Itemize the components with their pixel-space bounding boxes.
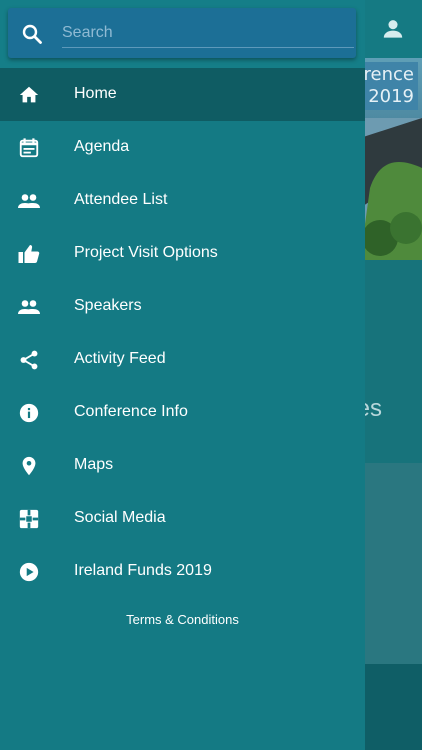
banner-photo	[360, 118, 422, 260]
menu-item-label: Agenda	[74, 138, 130, 155]
menu-item-label: Activity Feed	[74, 350, 166, 367]
social-icon	[16, 506, 42, 532]
calendar-icon	[16, 135, 42, 161]
people-icon	[16, 294, 42, 320]
share-icon	[16, 347, 42, 373]
thumbs-up-icon	[16, 241, 42, 267]
menu-item-label: Maps	[74, 456, 114, 473]
menu-item-label: Social Media	[74, 509, 166, 526]
menu-item-conference-info[interactable]: Conference Info	[0, 386, 365, 439]
terms-and-conditions-link[interactable]: Terms & Conditions	[0, 612, 365, 627]
home-icon	[16, 82, 42, 108]
menu-item-label: Attendee List	[74, 191, 168, 208]
search-input[interactable]	[62, 20, 354, 48]
play-icon	[16, 559, 42, 585]
menu-item-label: Speakers	[74, 297, 142, 314]
user-icon[interactable]	[380, 16, 406, 42]
drawer-menu: Home Agenda Attendee List Project Visit …	[0, 68, 365, 598]
menu-item-activity-feed[interactable]: Activity Feed	[0, 333, 365, 386]
menu-item-maps[interactable]: Maps	[0, 439, 365, 492]
people-icon	[16, 188, 42, 214]
menu-item-ireland-funds-2019[interactable]: Ireland Funds 2019	[0, 545, 365, 598]
info-icon	[16, 400, 42, 426]
menu-item-project-visit-options[interactable]: Project Visit Options	[0, 227, 365, 280]
menu-item-attendee-list[interactable]: Attendee List	[0, 174, 365, 227]
search-box[interactable]	[8, 8, 356, 58]
menu-item-label: Project Visit Options	[74, 244, 218, 261]
menu-item-label: Ireland Funds 2019	[74, 562, 212, 579]
search-icon[interactable]	[20, 22, 44, 46]
menu-item-agenda[interactable]: Agenda	[0, 121, 365, 174]
menu-item-social-media[interactable]: Social Media	[0, 492, 365, 545]
menu-item-label: Conference Info	[74, 403, 188, 420]
drawer-header	[0, 0, 365, 68]
navigation-drawer: Home Agenda	[0, 0, 365, 750]
menu-item-home[interactable]: Home	[0, 68, 365, 121]
menu-item-label: Home	[74, 85, 117, 102]
menu-item-speakers[interactable]: Speakers	[0, 280, 365, 333]
map-pin-icon	[16, 453, 42, 479]
